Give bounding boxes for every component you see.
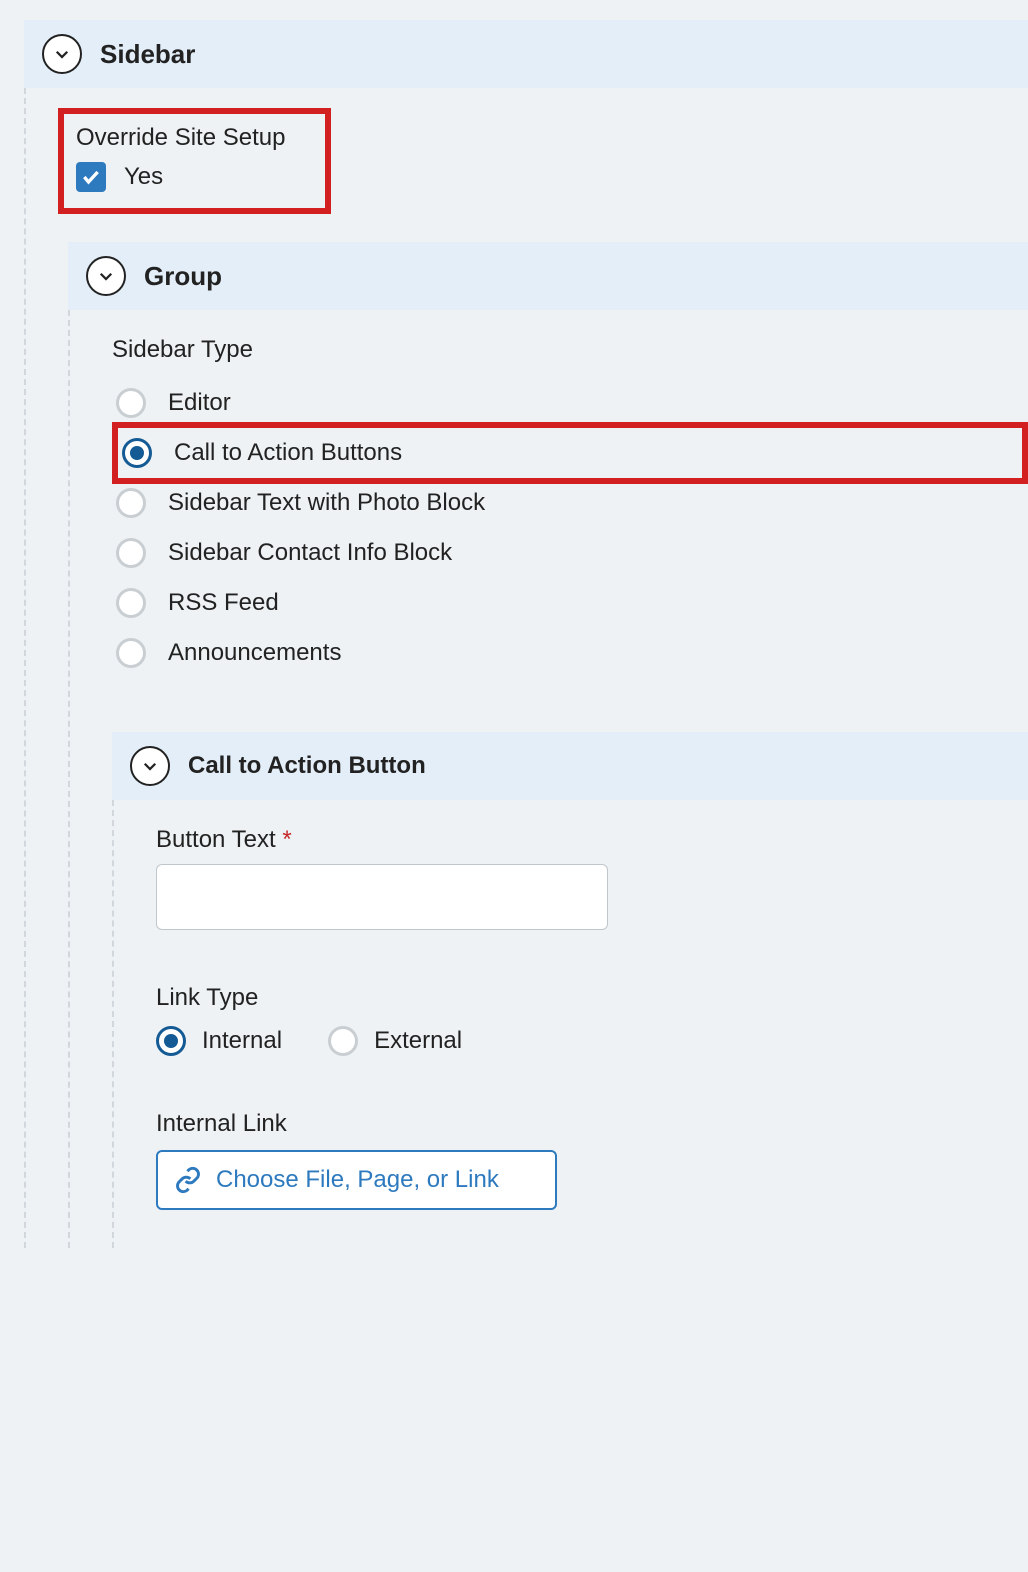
group-tree: Sidebar Type Editor Call to Action Button… xyxy=(68,310,1028,1248)
override-checkbox-label: Yes xyxy=(124,163,163,191)
radio-label: Sidebar Text with Photo Block xyxy=(168,489,485,517)
section-header-cta[interactable]: Call to Action Button xyxy=(112,732,1028,800)
radio-button[interactable] xyxy=(116,638,146,668)
section-title-group: Group xyxy=(144,261,222,292)
radio-label: Internal xyxy=(202,1027,282,1055)
radio-button[interactable] xyxy=(156,1026,186,1056)
internal-link-label: Internal Link xyxy=(156,1110,1028,1138)
sidebar-type-option[interactable]: Call to Action Buttons xyxy=(112,422,1028,484)
button-text-input[interactable] xyxy=(156,864,608,930)
sidebar-type-option[interactable]: Announcements xyxy=(112,628,1028,678)
override-check-row[interactable]: Yes xyxy=(76,162,285,192)
sidebar-type-option[interactable]: RSS Feed xyxy=(112,578,1028,628)
section-header-sidebar[interactable]: Sidebar xyxy=(24,20,1028,88)
required-marker: * xyxy=(282,826,291,853)
sidebar-tree: Override Site Setup Yes Group Sidebar Ty… xyxy=(24,88,1028,1248)
choose-file-button-label: Choose File, Page, or Link xyxy=(216,1166,499,1194)
choose-file-button[interactable]: Choose File, Page, or Link xyxy=(156,1150,557,1210)
chevron-down-icon[interactable] xyxy=(42,34,82,74)
radio-button[interactable] xyxy=(116,488,146,518)
sidebar-type-label: Sidebar Type xyxy=(112,336,1028,364)
radio-button[interactable] xyxy=(116,388,146,418)
radio-label: Call to Action Buttons xyxy=(174,439,402,467)
link-type-option[interactable]: External xyxy=(328,1026,462,1056)
link-type-option[interactable]: Internal xyxy=(156,1026,282,1056)
link-icon xyxy=(174,1166,202,1194)
chevron-down-icon[interactable] xyxy=(86,256,126,296)
override-checkbox[interactable] xyxy=(76,162,106,192)
button-text-label-text: Button Text xyxy=(156,826,276,853)
radio-button[interactable] xyxy=(116,588,146,618)
radio-label: RSS Feed xyxy=(168,589,279,617)
radio-button[interactable] xyxy=(116,538,146,568)
radio-label: Announcements xyxy=(168,639,341,667)
section-title-sidebar: Sidebar xyxy=(100,39,195,70)
radio-button[interactable] xyxy=(328,1026,358,1056)
link-type-radio-group: Internal External xyxy=(156,1026,1028,1056)
section-title-cta: Call to Action Button xyxy=(188,752,426,780)
section-header-group[interactable]: Group xyxy=(68,242,1028,310)
cta-body: Button Text * Link Type Internal External… xyxy=(112,800,1028,1248)
radio-label: Editor xyxy=(168,389,231,417)
radio-label: Sidebar Contact Info Block xyxy=(168,539,452,567)
radio-label: External xyxy=(374,1027,462,1055)
button-text-label: Button Text * xyxy=(156,826,1028,854)
override-label: Override Site Setup xyxy=(76,124,285,152)
radio-button[interactable] xyxy=(122,438,152,468)
sidebar-type-option[interactable]: Sidebar Contact Info Block xyxy=(112,528,1028,578)
override-highlight-box: Override Site Setup Yes xyxy=(58,108,331,214)
link-type-label: Link Type xyxy=(156,984,1028,1012)
chevron-down-icon[interactable] xyxy=(130,746,170,786)
sidebar-type-radio-group: Editor Call to Action Buttons Sidebar Text… xyxy=(112,378,1028,678)
sidebar-type-option[interactable]: Sidebar Text with Photo Block xyxy=(112,478,1028,528)
group-content: Sidebar Type Editor Call to Action Button… xyxy=(112,336,1028,1248)
sidebar-type-option[interactable]: Editor xyxy=(112,378,1028,428)
page-root: Sidebar Override Site Setup Yes Group Si… xyxy=(0,0,1028,1572)
